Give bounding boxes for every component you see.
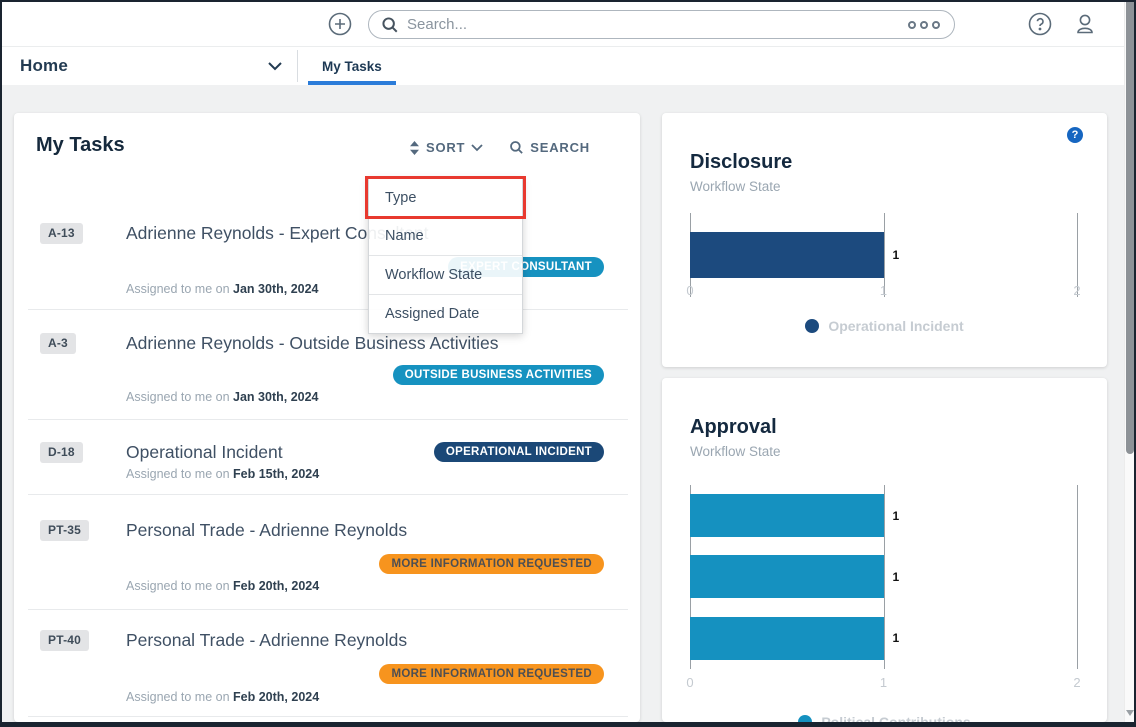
legend-label: Political Contributions	[821, 714, 971, 727]
approval-chart-card: Approval Workflow State 111 012 Politica…	[662, 378, 1107, 722]
assigned-date: Assigned to me on Feb 20th, 2024	[126, 690, 320, 704]
chart-legend: Operational Incident	[662, 318, 1107, 334]
task-type-badge: MORE INFORMATION REQUESTED	[379, 554, 604, 574]
search-tasks-button[interactable]: SEARCH	[509, 140, 590, 155]
tab-label: My Tasks	[322, 58, 382, 74]
task-title: Operational Incident	[126, 442, 283, 462]
sort-button[interactable]: SORT	[409, 140, 483, 155]
x-tick-label: 0	[686, 283, 694, 298]
bar-value-label: 1	[892, 248, 900, 262]
panel-title: My Tasks	[36, 134, 125, 156]
sort-icon	[409, 140, 419, 155]
chart-subtitle: Workflow State	[690, 179, 781, 194]
nav-bar: Home My Tasks	[2, 47, 1134, 85]
task-id-badge: D-18	[40, 442, 83, 463]
vertical-scrollbar[interactable]	[1124, 2, 1134, 722]
assigned-date: Assigned to me on Feb 15th, 2024	[126, 467, 320, 481]
search-icon	[510, 141, 524, 154]
top-bar	[2, 2, 1134, 47]
task-id-badge: PT-40	[40, 630, 90, 651]
bar-chart-plot: 1 1 1	[690, 485, 1078, 669]
task-type-badge: OPERATIONAL INCIDENT	[433, 442, 604, 462]
task-title: Personal Trade - Adrienne Reynolds	[126, 520, 408, 540]
help-icon[interactable]	[1028, 12, 1052, 36]
search-icon	[382, 16, 398, 32]
chart-subtitle: Workflow State	[690, 444, 781, 459]
task-row[interactable]: PT-35 Personal Trade - Adrienne Reynolds…	[14, 495, 640, 610]
task-id-badge: A-3	[40, 333, 76, 354]
chart-legend: Political Contributions	[662, 714, 1107, 727]
bar	[690, 494, 884, 538]
x-axis-ticks: 0 1 2	[686, 675, 1081, 691]
bar	[690, 555, 884, 599]
search-input[interactable]	[407, 16, 908, 33]
chart-title: Approval	[690, 416, 777, 438]
task-type-badge: OUTSIDE BUSINESS ACTIVITIES	[392, 365, 604, 385]
task-row[interactable]: A-3 Adrienne Reynolds - Outside Business…	[14, 310, 640, 420]
chart-help-icon[interactable]: ?	[1067, 127, 1083, 143]
x-tick-label: 1	[879, 675, 888, 690]
sort-option-assigned-date[interactable]: Assigned Date	[369, 294, 522, 333]
sort-option-type[interactable]: Type	[369, 179, 522, 218]
home-label: Home	[20, 56, 69, 75]
chevron-down-icon	[268, 61, 282, 70]
bar	[690, 232, 884, 278]
scrollbar-thumb[interactable]	[1126, 2, 1134, 454]
scrollbar-down-arrow-icon[interactable]	[1126, 710, 1134, 716]
x-tick-label: 2	[1073, 675, 1081, 690]
task-type-badge: MORE INFORMATION REQUESTED	[379, 664, 604, 684]
sort-menu: Type Name Workflow State Assigned Date	[368, 178, 523, 334]
assigned-date: Assigned to me on Jan 30th, 2024	[126, 390, 319, 404]
my-tasks-panel: My Tasks SORT SEARCH A-13 Adrienne Reyno…	[14, 113, 640, 722]
x-tick-label: 0	[686, 675, 694, 690]
legend-dot	[805, 319, 820, 333]
chart-title: Disclosure	[690, 151, 793, 173]
disclosure-chart-card: ? Disclosure Workflow State 1 0 1 2 Operat…	[662, 113, 1107, 367]
nav-divider	[297, 50, 298, 82]
x-axis-ticks: 0 1 2	[686, 283, 1081, 299]
task-row[interactable]: A-13 Adrienne Reynolds - Expert Consulta…	[14, 213, 640, 310]
task-id-badge: PT-35	[40, 520, 90, 541]
home-dropdown[interactable]: Home	[20, 47, 282, 85]
sort-chevron-icon	[471, 143, 483, 151]
gridline	[1077, 485, 1078, 669]
user-profile-icon[interactable]	[1072, 11, 1098, 37]
bar-value-label: 1	[892, 508, 900, 523]
bar-value-label: 1	[892, 631, 900, 646]
task-id-badge: A-13	[40, 223, 83, 244]
active-tab-underline	[308, 81, 396, 85]
global-search-bar[interactable]	[368, 10, 955, 39]
sort-option-name[interactable]: Name	[369, 217, 522, 256]
bar-value-label: 1	[892, 569, 900, 584]
task-title: Adrienne Reynolds - Outside Business Act…	[126, 333, 499, 353]
list-controls: SORT SEARCH	[409, 140, 590, 155]
search-label: SEARCH	[530, 140, 590, 155]
x-tick-label: 2	[1073, 283, 1081, 298]
x-tick-label: 1	[879, 283, 888, 298]
task-row[interactable]: PT-40 Personal Trade - Adrienne Reynolds…	[14, 610, 640, 717]
sort-label: SORT	[425, 140, 466, 155]
legend-dot	[798, 715, 813, 722]
add-icon[interactable]	[328, 12, 352, 36]
task-row[interactable]: D-18 Operational Incident OPERATIONAL IN…	[14, 420, 640, 495]
sort-option-workflow-state[interactable]: Workflow State	[369, 256, 522, 295]
legend-label: Operational Incident	[828, 318, 964, 334]
tab-my-tasks[interactable]: My Tasks	[308, 47, 396, 85]
bar	[690, 616, 884, 660]
task-title: Personal Trade - Adrienne Reynolds	[126, 630, 408, 650]
assigned-date: Assigned to me on Feb 20th, 2024	[126, 579, 320, 593]
more-options-icon[interactable]	[908, 20, 942, 29]
app-window: Home My Tasks My Tasks SORT	[0, 0, 1136, 727]
